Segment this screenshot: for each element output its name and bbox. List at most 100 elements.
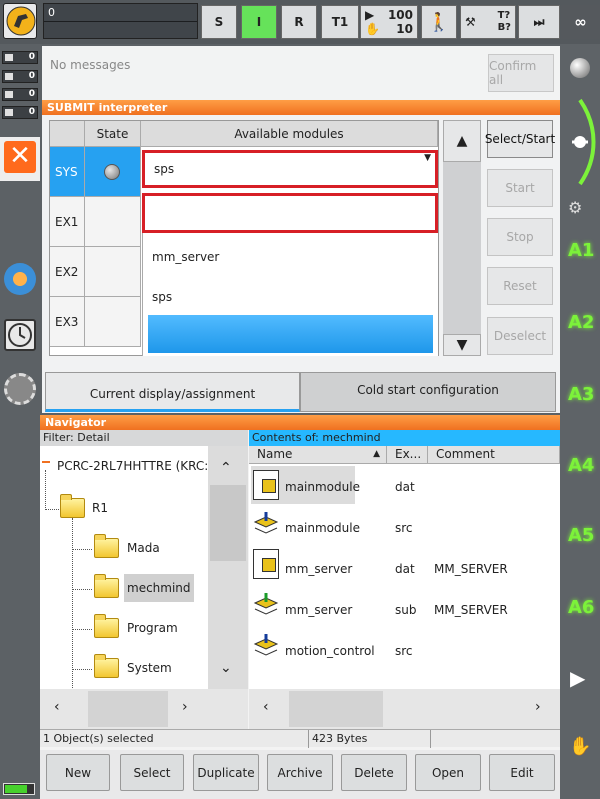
tree-item-mechmind[interactable]: mechmind bbox=[124, 574, 194, 602]
jog-mode-icon[interactable] bbox=[562, 96, 598, 188]
walk-mode-icon[interactable]: 🚶 bbox=[421, 5, 457, 39]
gear-icon[interactable] bbox=[4, 263, 36, 295]
sub-file-icon bbox=[253, 593, 279, 623]
column-header-name[interactable]: Name ▲ bbox=[249, 446, 387, 464]
chevron-up-icon[interactable]: ⌃ bbox=[220, 460, 232, 476]
column-header-comment[interactable]: Comment bbox=[428, 446, 560, 464]
interpreter-status-button[interactable]: I bbox=[241, 5, 277, 39]
reset-button[interactable]: Reset bbox=[487, 267, 553, 305]
delete-button[interactable]: Delete bbox=[341, 754, 407, 791]
scroll-up-icon[interactable]: ▲ bbox=[443, 120, 481, 162]
tool-icon: ⚒ bbox=[465, 15, 476, 29]
io-indicator: 0 bbox=[2, 70, 38, 83]
submit-status-button[interactable]: S bbox=[201, 5, 237, 39]
clock-icon[interactable] bbox=[4, 319, 36, 351]
robot-logo-icon[interactable] bbox=[3, 3, 37, 39]
axis-a5-key[interactable]: A5 bbox=[568, 525, 594, 546]
chevron-left-icon[interactable]: ‹ bbox=[54, 699, 60, 715]
file-name: motion_control bbox=[285, 644, 375, 658]
axis-a3-key[interactable]: A3 bbox=[568, 384, 594, 405]
dropdown-option[interactable]: sps bbox=[152, 290, 172, 304]
tab-cold-start[interactable]: Cold start configuration bbox=[300, 372, 556, 412]
scroll-down-icon[interactable]: ▼ bbox=[443, 334, 481, 356]
state-cell-ex2 bbox=[85, 247, 141, 297]
chevron-left-icon[interactable]: ‹ bbox=[263, 699, 269, 715]
stop-button[interactable]: Stop bbox=[487, 218, 553, 256]
open-button[interactable]: Open bbox=[415, 754, 481, 791]
close-button[interactable]: ✕ bbox=[0, 137, 40, 181]
grid-corner bbox=[50, 121, 85, 147]
close-icon: ✕ bbox=[4, 141, 36, 173]
override-button[interactable]: ▶ 100 ✋ 10 bbox=[360, 5, 418, 39]
jog-hand-icon[interactable]: ✋ bbox=[569, 736, 591, 757]
file-ext: src bbox=[395, 644, 413, 658]
tree-horizontal-scrollbar[interactable]: ‹ › bbox=[40, 689, 248, 729]
program-number: 0 bbox=[48, 6, 55, 19]
file-comment: MM_SERVER bbox=[434, 562, 508, 576]
row-label-ex1[interactable]: EX1 bbox=[50, 197, 85, 247]
module-select-sys[interactable]: sps ▼ bbox=[142, 150, 438, 188]
dropdown-option[interactable]: mm_server bbox=[152, 250, 219, 264]
play-icon: ▶ bbox=[365, 8, 375, 22]
axis-a2-key[interactable]: A2 bbox=[568, 312, 594, 333]
program-status-panel[interactable]: 0 bbox=[43, 3, 198, 39]
file-ext: dat bbox=[395, 480, 415, 494]
edit-button[interactable]: Edit bbox=[489, 754, 555, 791]
archive-button[interactable]: Archive bbox=[267, 754, 333, 791]
tree-item-system[interactable]: System bbox=[127, 661, 172, 675]
battery-icon bbox=[3, 783, 35, 795]
module-grid: State Available modules SYS EX1 EX2 EX3 … bbox=[49, 120, 439, 356]
infinity-button[interactable]: ∞ bbox=[561, 5, 600, 39]
file-ext: sub bbox=[395, 603, 417, 617]
tree-scrollbar[interactable]: ⌃ ⌄ bbox=[208, 446, 248, 689]
row-label-ex2[interactable]: EX2 bbox=[50, 247, 85, 297]
axis-a4-key[interactable]: A4 bbox=[568, 455, 594, 476]
tab-current-display[interactable]: Current display/assignment bbox=[45, 372, 300, 412]
module-select-ex1[interactable] bbox=[142, 193, 438, 233]
chevron-right-icon[interactable]: › bbox=[182, 699, 188, 715]
tool-coordinate-icon[interactable]: ⚙ bbox=[568, 198, 582, 217]
deselect-button[interactable]: Deselect bbox=[487, 317, 553, 355]
messages-text: No messages bbox=[50, 58, 131, 72]
state-cell-ex1 bbox=[85, 197, 141, 247]
folder-icon bbox=[94, 534, 119, 558]
row-label-ex3[interactable]: EX3 bbox=[50, 297, 85, 347]
tree-item-root[interactable]: PCRC-2RL7HHTTRE (KRC:\) bbox=[57, 459, 217, 473]
filter-label[interactable]: Filter: Detail bbox=[40, 430, 248, 446]
robot-status-button[interactable]: R bbox=[281, 5, 317, 39]
sort-arrow-icon: ▲ bbox=[373, 449, 380, 459]
step-mode-icon[interactable]: ⏭ bbox=[518, 5, 560, 39]
select-start-button[interactable]: Select/Start bbox=[485, 120, 555, 158]
data-file-icon bbox=[253, 470, 279, 500]
grid-scrollbar[interactable]: ▲ ▼ bbox=[443, 120, 481, 356]
navigator-panel: Navigator Filter: Detail Contents of: me… bbox=[40, 415, 560, 750]
scroll-thumb[interactable] bbox=[88, 691, 168, 727]
files-horizontal-scrollbar[interactable]: ‹ › bbox=[249, 689, 560, 729]
axis-a1-key[interactable]: A1 bbox=[568, 240, 594, 261]
scroll-thumb[interactable] bbox=[289, 691, 383, 727]
play-icon[interactable]: ▶ bbox=[570, 666, 585, 690]
chevron-right-icon[interactable]: › bbox=[535, 699, 541, 715]
scroll-thumb[interactable] bbox=[210, 485, 246, 561]
column-header-ext[interactable]: Ex... bbox=[387, 446, 428, 464]
confirm-all-button[interactable]: Confirm all bbox=[488, 54, 554, 92]
tree-item-program[interactable]: Program bbox=[127, 621, 178, 635]
new-button[interactable]: New bbox=[46, 754, 110, 791]
state-cell-ex3 bbox=[85, 297, 141, 347]
duplicate-button[interactable]: Duplicate bbox=[193, 754, 259, 791]
select-button[interactable]: Select bbox=[120, 754, 184, 791]
module-value-sys: sps bbox=[154, 162, 175, 176]
start-button[interactable]: Start bbox=[487, 169, 553, 207]
source-file-icon bbox=[253, 512, 279, 542]
mode-button[interactable]: T1 bbox=[321, 5, 359, 39]
tree-item-r1[interactable]: R1 bbox=[92, 501, 108, 515]
row-label-sys[interactable]: SYS bbox=[50, 147, 85, 197]
dropdown-option-selected[interactable] bbox=[148, 315, 433, 353]
globe-icon[interactable] bbox=[570, 58, 590, 78]
axis-a6-key[interactable]: A6 bbox=[568, 597, 594, 618]
chevron-down-icon[interactable]: ⌄ bbox=[220, 660, 232, 676]
user-group-icon[interactable] bbox=[4, 373, 36, 405]
folder-icon bbox=[60, 494, 85, 518]
tool-base-button[interactable]: ⚒ T? B? bbox=[460, 5, 516, 39]
tree-item-mada[interactable]: Mada bbox=[127, 541, 160, 555]
